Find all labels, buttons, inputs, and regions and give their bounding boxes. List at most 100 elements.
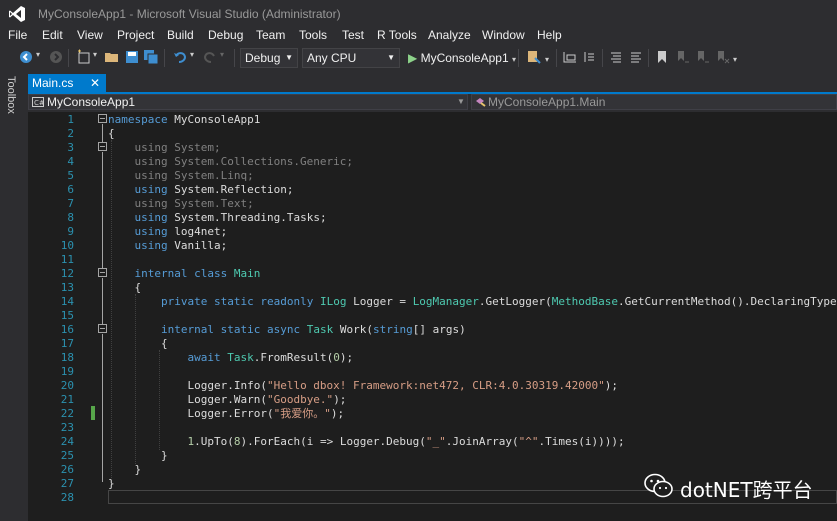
- member-name: MyConsoleApp1.Main: [488, 95, 606, 109]
- platform-value: Any CPU: [307, 51, 357, 65]
- code-line[interactable]: {: [108, 281, 141, 295]
- code-line[interactable]: await Task.FromResult(0);: [108, 351, 353, 365]
- toolbar-separator: [556, 49, 557, 67]
- code-editor[interactable]: 1 2 3 4 5 6 7 8 9 10 11 12 13 14 15 16 17 18 19 20 21 22 23 24 2…: [28, 112, 837, 521]
- code-line[interactable]: using System;: [108, 141, 220, 155]
- menu-help[interactable]: Help: [537, 28, 562, 42]
- attach-process-icon[interactable]: [526, 49, 542, 65]
- code-line[interactable]: }: [108, 449, 168, 463]
- line-number: 17: [60, 337, 74, 350]
- menu-r-tools[interactable]: R Tools: [377, 28, 417, 42]
- start-debugging-button[interactable]: ▶ MyConsoleApp1 ▾: [408, 48, 516, 68]
- member-dropdown[interactable]: MyConsoleApp1.Main: [471, 94, 837, 110]
- next-bookmark-icon[interactable]: [694, 49, 710, 65]
- chevron-down-icon: ▾: [511, 55, 516, 64]
- close-icon[interactable]: ✕: [90, 74, 100, 92]
- line-number: 20: [60, 379, 74, 392]
- toolbar-separator: [68, 49, 69, 67]
- line-number: 14: [60, 295, 74, 308]
- toolbar-separator: [234, 49, 235, 67]
- new-dropdown-icon[interactable]: ▾: [93, 50, 97, 59]
- line-number: 21: [60, 393, 74, 406]
- code-line[interactable]: Logger.Error("我爱你。");: [108, 407, 344, 421]
- configuration-dropdown[interactable]: Debug ▼: [240, 48, 298, 68]
- code-line[interactable]: using System.Reflection;: [108, 183, 294, 197]
- play-icon: ▶: [408, 51, 418, 65]
- collapse-icon[interactable]: [98, 268, 107, 277]
- code-line[interactable]: using System.Text;: [108, 197, 253, 211]
- save-all-icon[interactable]: [143, 49, 159, 65]
- standard-toolbar: ▾ ▾ ▾ ▾ Debug ▼ Any CPU ▼ ▶ MyConsoleApp…: [0, 45, 837, 71]
- collapse-icon[interactable]: [98, 142, 107, 151]
- code-line[interactable]: Logger.Warn("Goodbye.");: [108, 393, 346, 407]
- fold-guide: [102, 152, 103, 256]
- tab-main-cs[interactable]: Main.cs ✕: [28, 74, 106, 92]
- line-number: 25: [60, 449, 74, 462]
- code-line[interactable]: using Vanilla;: [108, 239, 228, 253]
- bookmark-icon[interactable]: [654, 49, 670, 65]
- save-icon[interactable]: [124, 49, 140, 65]
- fold-guide: [102, 278, 103, 324]
- redo-dropdown-icon[interactable]: ▾: [220, 50, 224, 59]
- menu-tools[interactable]: Tools: [299, 28, 327, 42]
- previous-bookmark-icon[interactable]: [674, 49, 690, 65]
- menu-analyze[interactable]: Analyze: [428, 28, 471, 42]
- fold-guide: [102, 334, 103, 482]
- toolbox-tab[interactable]: Toolbox: [5, 76, 17, 114]
- code-line[interactable]: internal class Main: [108, 267, 261, 281]
- fold-guide: [102, 256, 103, 268]
- menu-edit[interactable]: Edit: [42, 28, 63, 42]
- menu-view[interactable]: View: [77, 28, 103, 42]
- code-line[interactable]: namespace MyConsoleApp1: [108, 113, 260, 127]
- navigate-forward-icon[interactable]: [48, 49, 64, 65]
- svg-text:C#: C#: [34, 99, 44, 107]
- code-line[interactable]: Logger.Info("Hello dbox! Framework:net47…: [108, 379, 618, 393]
- clear-bookmarks-icon[interactable]: [714, 49, 730, 65]
- collapse-icon[interactable]: [98, 324, 107, 333]
- code-line[interactable]: using System.Linq;: [108, 169, 253, 183]
- class-icon: [476, 98, 486, 107]
- menu-window[interactable]: Window: [482, 28, 525, 42]
- menu-build[interactable]: Build: [167, 28, 194, 42]
- code-line[interactable]: }: [108, 463, 141, 477]
- code-line[interactable]: using System.Collections.Generic;: [108, 155, 353, 169]
- toolbox-strip: [0, 72, 24, 521]
- code-line[interactable]: {: [108, 127, 115, 141]
- comment-out-icon[interactable]: [608, 49, 624, 65]
- menu-file[interactable]: File: [8, 28, 27, 42]
- chevron-down-icon: ▼: [457, 97, 465, 106]
- toolbar-overflow-icon[interactable]: ▾: [733, 55, 737, 64]
- code-line[interactable]: using System.Threading.Tasks;: [108, 211, 327, 225]
- line-number: 6: [67, 183, 74, 196]
- menu-test[interactable]: Test: [342, 28, 364, 42]
- code-line[interactable]: }: [108, 477, 115, 491]
- platform-dropdown[interactable]: Any CPU ▼: [302, 48, 400, 68]
- line-number: 4: [67, 155, 74, 168]
- toolbar-overflow-icon[interactable]: ▾: [545, 55, 549, 64]
- watermark: dotNET跨平台: [644, 470, 824, 504]
- line-number: 12: [60, 267, 74, 280]
- collapse-icon[interactable]: [98, 114, 107, 123]
- code-line[interactable]: 1.UpTo(8).ForEach(i => Logger.Debug("_".…: [108, 435, 624, 449]
- open-file-icon[interactable]: [104, 49, 120, 65]
- redo-icon[interactable]: [202, 49, 218, 65]
- code-line[interactable]: private static readonly ILog Logger = Lo…: [108, 295, 837, 309]
- line-number: 1: [67, 113, 74, 126]
- navigate-back-icon[interactable]: [18, 49, 34, 65]
- menu-project[interactable]: Project: [117, 28, 154, 42]
- undo-dropdown-icon[interactable]: ▾: [190, 50, 194, 59]
- menu-debug[interactable]: Debug: [208, 28, 243, 42]
- code-line[interactable]: using log4net;: [108, 225, 228, 239]
- code-line[interactable]: {: [108, 337, 168, 351]
- undo-icon[interactable]: [172, 49, 188, 65]
- line-number: 8: [67, 211, 74, 224]
- new-project-icon[interactable]: [76, 49, 92, 65]
- solution-explorer-icon[interactable]: [562, 49, 578, 65]
- menu-team[interactable]: Team: [256, 28, 285, 42]
- project-dropdown[interactable]: C# MyConsoleApp1 ▼: [28, 94, 468, 110]
- uncomment-icon[interactable]: [628, 49, 644, 65]
- code-line[interactable]: internal static async Task Work(string[]…: [108, 323, 466, 337]
- toggle-icon[interactable]: [582, 49, 598, 65]
- change-indicator: [91, 406, 95, 420]
- back-dropdown-icon[interactable]: ▾: [36, 50, 40, 59]
